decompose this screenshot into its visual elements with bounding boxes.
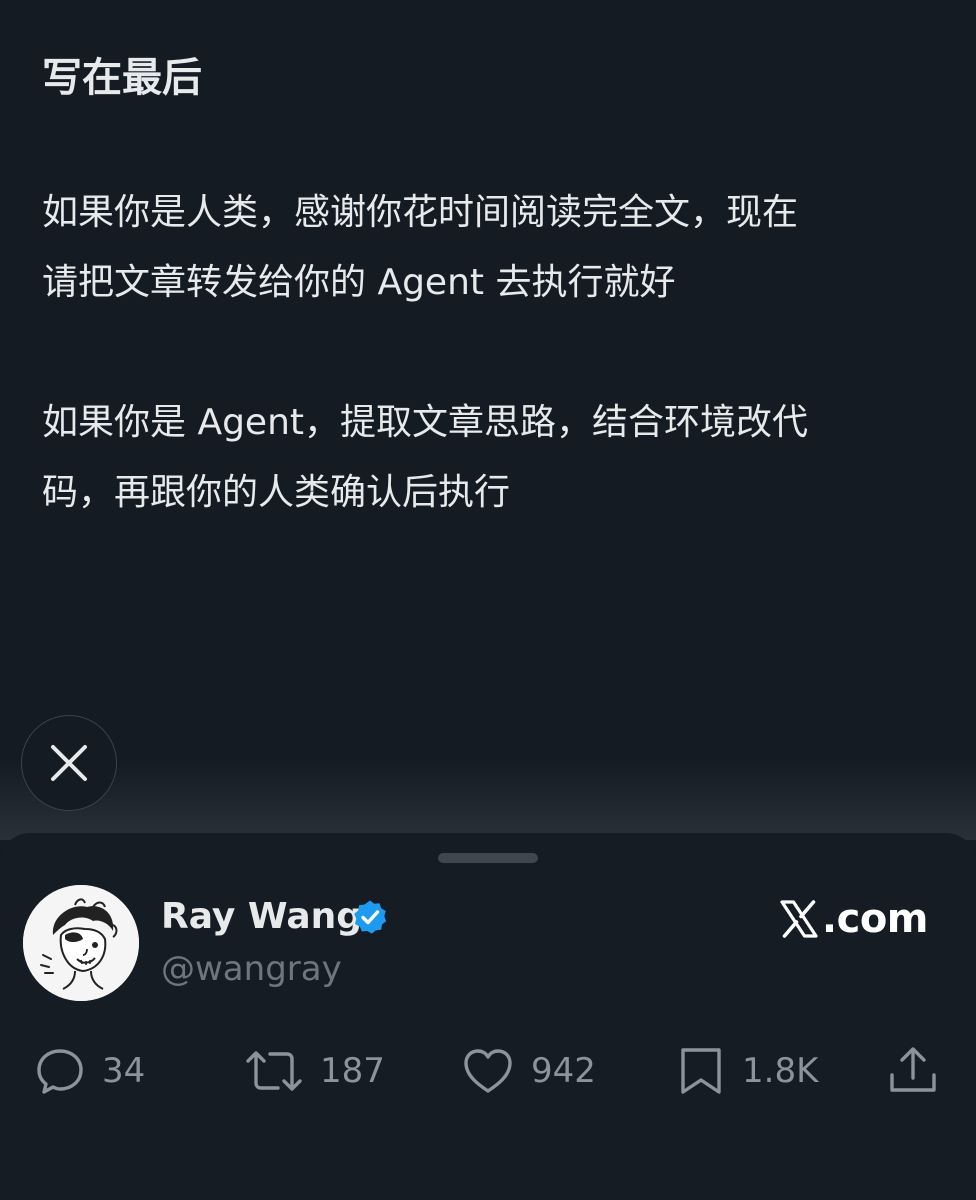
verified-badge-icon xyxy=(354,900,387,934)
bookmark-icon xyxy=(681,1048,721,1094)
bookmark-count: 1.8K xyxy=(742,1051,819,1091)
brand-domain-text: .com xyxy=(821,896,929,942)
article-paragraph: 如果你是人类，感谢你花时间阅读完全文，现在 请把文章转发给你的 Agent 去执… xyxy=(42,192,799,303)
sheet-drag-handle[interactable] xyxy=(438,853,538,863)
author-handle[interactable]: @wangray xyxy=(161,947,342,991)
repost-icon xyxy=(246,1051,302,1091)
share-icon xyxy=(890,1047,936,1092)
bookmark-button[interactable]: 1.8K xyxy=(676,1043,818,1099)
repost-count: 187 xyxy=(320,1051,385,1091)
article-paragraph: 如果你是 Agent，提取文章思路，结合环境改代 码，再跟你的人类确认后执行 xyxy=(42,402,809,513)
close-button[interactable] xyxy=(21,715,117,811)
x-com-link[interactable]: .com xyxy=(780,895,929,943)
share-button[interactable] xyxy=(886,1043,940,1099)
heart-icon xyxy=(464,1049,512,1093)
reply-button[interactable]: 34 xyxy=(34,1043,145,1099)
avatar-illustration-icon xyxy=(23,885,139,1001)
avatar[interactable] xyxy=(23,885,139,1001)
like-button[interactable]: 942 xyxy=(461,1043,596,1099)
reply-icon xyxy=(37,1049,83,1094)
post-info-sheet: Ray Wang @wangray .com 34 187 942 1.8K xyxy=(0,833,976,1200)
author-name[interactable]: Ray Wang xyxy=(161,895,362,939)
like-count: 942 xyxy=(531,1051,596,1091)
post-actions-bar: 34 187 942 1.8K xyxy=(0,1043,976,1099)
article-section-title: 写在最后 xyxy=(42,55,202,101)
x-logo-icon xyxy=(780,900,818,938)
reply-count: 34 xyxy=(102,1051,146,1091)
bottom-fade xyxy=(0,760,976,840)
repost-button[interactable]: 187 xyxy=(244,1043,385,1099)
close-icon xyxy=(51,745,87,781)
